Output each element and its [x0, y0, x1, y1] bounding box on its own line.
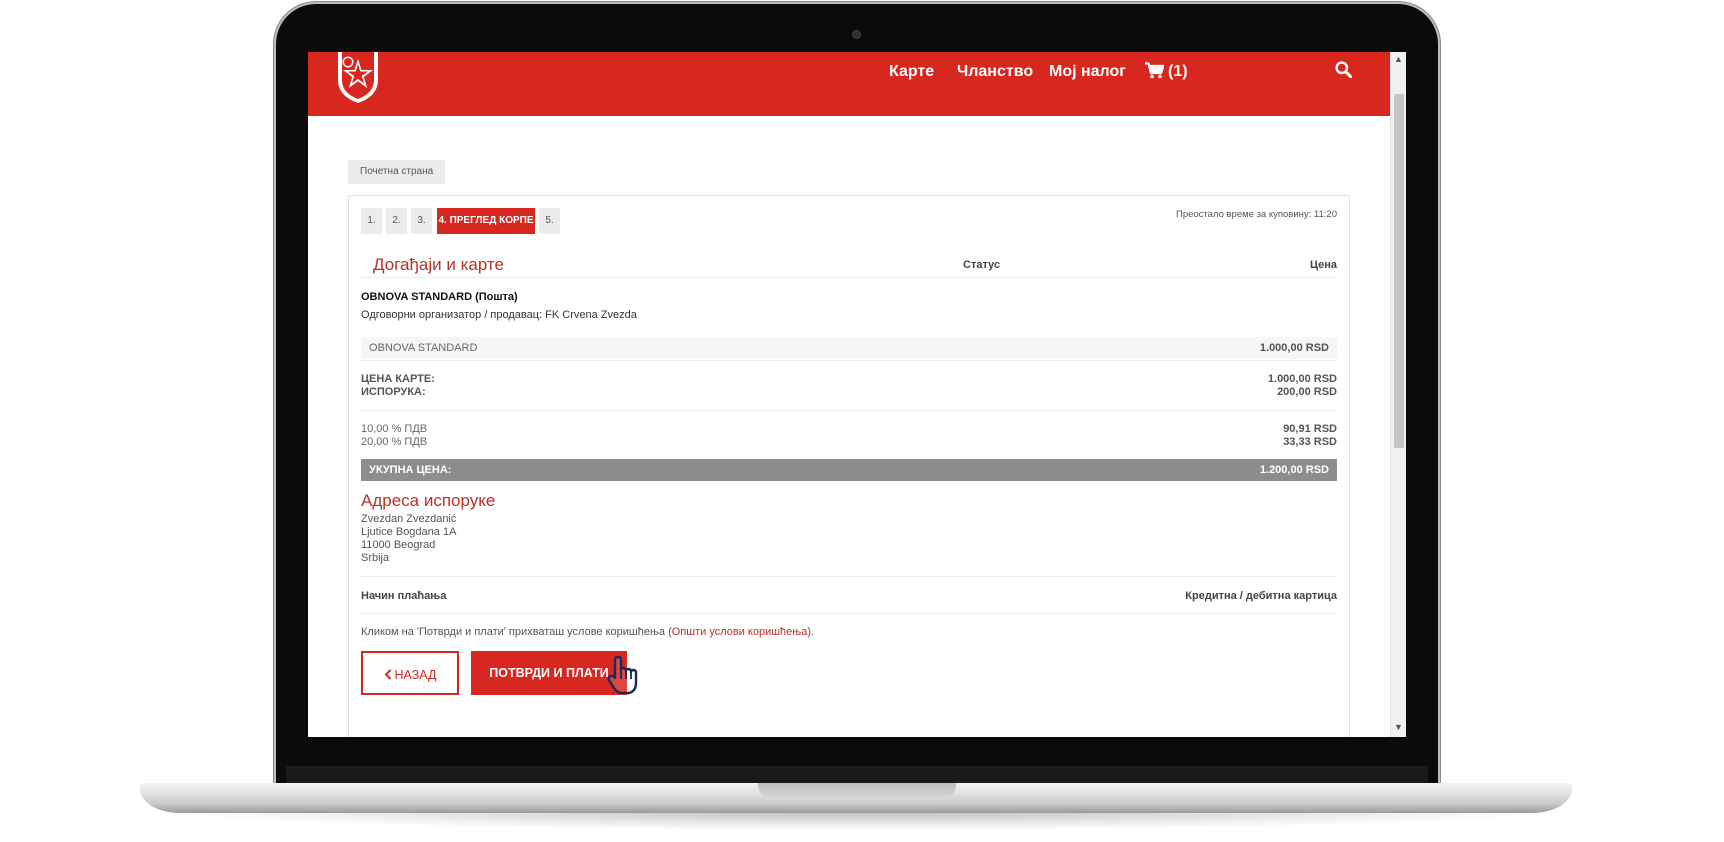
address-name: Zvezdan Zvezdanić	[361, 513, 457, 525]
terms-notice: Кликом на 'Потврди и плати' прихваташ ус…	[361, 625, 814, 639]
red-star-crest-logo[interactable]	[336, 52, 380, 104]
divider	[361, 410, 1337, 411]
terms-link[interactable]: Општи услови коришћења	[672, 626, 808, 638]
delivery-value: 200,00 RSD	[1277, 386, 1337, 398]
event-item-title: OBNOVA STANDARD (Пошта)	[361, 291, 518, 303]
back-button[interactable]: НАЗАД	[361, 651, 459, 695]
event-organizer: Одговорни организатор / продавац: FK Crv…	[361, 309, 637, 321]
scroll-down-arrow-icon[interactable]: ▼	[1394, 722, 1403, 732]
address-city: 11000 Beograd	[361, 539, 436, 551]
ticket-line-row: OBNOVA STANDARD 1.000,00 RSD	[361, 337, 1337, 359]
step-3[interactable]: 3.	[411, 208, 432, 234]
address-country: Srbija	[361, 552, 390, 564]
payment-method-value: Кредитна / дебитна картица	[1185, 590, 1337, 602]
nav-tickets[interactable]: Карте	[889, 62, 934, 82]
total-price-bar: УКУПНА ЦЕНА: 1.200,00 RSD	[361, 459, 1337, 481]
cart-icon	[1145, 62, 1165, 79]
delivery-label: ИСПОРУКА:	[361, 386, 426, 398]
ticket-line-price: 1.000,00 RSD	[1259, 342, 1329, 354]
scroll-up-arrow-icon[interactable]: ▲	[1394, 54, 1403, 64]
breadcrumb-home[interactable]: Почетна страна	[348, 160, 446, 184]
ticket-price-value: 1.000,00 RSD	[1267, 373, 1337, 385]
step-1[interactable]: 1.	[361, 208, 382, 234]
price-header: Цена	[1309, 259, 1337, 271]
payment-method-label: Начин плаћања	[361, 590, 447, 602]
delivery-address-title: Адреса испоруке	[361, 491, 496, 510]
terms-suffix: ).	[807, 626, 815, 638]
events-title: Догађаји и карте	[373, 255, 504, 274]
laptop-notch	[758, 783, 956, 799]
vat-20-value: 33,33 RSD	[1283, 436, 1337, 448]
browser-viewport: Карте Чланство Мој налог (1) ▲ ▼ Почетна…	[308, 52, 1406, 737]
cart-count: (1)	[1168, 63, 1188, 80]
terms-text: Кликом на 'Потврди и плати' прихваташ ус…	[361, 626, 672, 638]
divider	[361, 277, 1337, 278]
checkout-panel: 1. 2. 3. 4. ПРЕГЛЕД КОРПЕ 5. Преостало в…	[348, 195, 1350, 737]
vat-10-value: 90,91 RSD	[1283, 423, 1337, 435]
nav-cart[interactable]: (1)	[1145, 62, 1188, 82]
hand-pointer-cursor-icon	[607, 655, 638, 695]
nav-my-account[interactable]: Мој налог	[1049, 62, 1126, 82]
chevron-left-icon	[384, 669, 391, 680]
divider	[361, 360, 1337, 361]
step-4-cart-review[interactable]: 4. ПРЕГЛЕД КОРПЕ	[437, 208, 535, 234]
total-price-label: УКУПНА ЦЕНА:	[369, 464, 452, 476]
step-2[interactable]: 2.	[386, 208, 407, 234]
ticket-line-name: OBNOVA STANDARD	[369, 342, 478, 354]
webcam	[852, 30, 861, 39]
divider	[361, 613, 1337, 614]
scrollbar-thumb[interactable]	[1394, 94, 1404, 448]
address-street: Ljutice Bogdana 1A	[361, 526, 457, 538]
purchase-timer: Преостало време за куповину: 11:20	[1175, 209, 1337, 220]
back-button-label: НАЗАД	[394, 668, 437, 682]
laptop-chin	[286, 766, 1428, 783]
step-5[interactable]: 5.	[539, 208, 560, 234]
nav-membership[interactable]: Чланство	[957, 62, 1033, 82]
vat-10-label: 10,00 % ПДВ	[361, 423, 428, 435]
divider	[361, 576, 1337, 577]
confirm-and-pay-button[interactable]: ПОТВРДИ И ПЛАТИ	[471, 651, 627, 695]
total-price-value: 1.200,00 RSD	[1259, 464, 1329, 476]
status-header: Статус	[963, 259, 1001, 271]
site-header: Карте Чланство Мој налог (1)	[308, 52, 1390, 116]
search-icon[interactable]	[1335, 61, 1352, 78]
vat-20-label: 20,00 % ПДВ	[361, 436, 428, 448]
scrollbar[interactable]: ▲ ▼	[1390, 52, 1406, 737]
ticket-price-label: ЦЕНА КАРТЕ:	[361, 373, 435, 385]
